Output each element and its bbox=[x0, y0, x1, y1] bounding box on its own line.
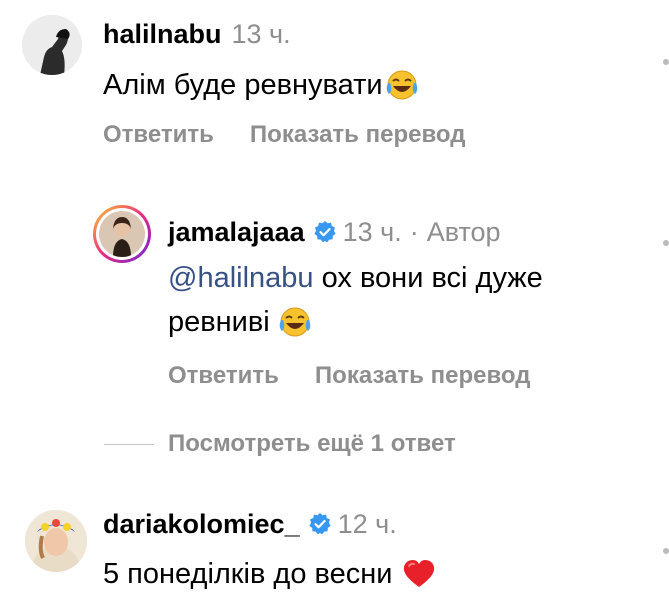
avatar-dariakolomiec[interactable] bbox=[25, 510, 87, 572]
reply-button[interactable]: Ответить bbox=[168, 362, 279, 390]
username[interactable]: jamalajaaa bbox=[168, 217, 305, 248]
joy-emoji-icon bbox=[385, 70, 419, 100]
verified-badge-icon bbox=[313, 220, 337, 244]
view-more-replies-button[interactable]: Посмотреть ещё 1 ответ bbox=[168, 430, 456, 458]
reply-body-line1: ох вони всі дуже bbox=[321, 262, 543, 294]
joy-emoji-icon bbox=[278, 307, 312, 337]
comment-text: Алім буде ревнувати bbox=[103, 64, 419, 106]
like-icon-edge[interactable] bbox=[663, 548, 669, 554]
comment-header: dariakolomiec_ 12 ч. bbox=[103, 506, 397, 542]
separator-dot: · bbox=[409, 216, 419, 247]
avatar-jamalajaaa[interactable] bbox=[93, 205, 151, 263]
comment-actions: Ответить Показать перевод bbox=[103, 121, 465, 149]
like-icon-edge[interactable] bbox=[663, 59, 669, 65]
timestamp: 12 ч. bbox=[337, 508, 397, 539]
red-heart-emoji-icon bbox=[402, 559, 436, 589]
like-icon-edge[interactable] bbox=[663, 240, 669, 246]
avatar-halilnabu[interactable] bbox=[22, 15, 82, 75]
reply-body-line2: ревниві bbox=[168, 306, 270, 338]
mention-link[interactable]: @halilnabu bbox=[168, 262, 314, 294]
comment-body: 5 понеділків до весни bbox=[103, 558, 393, 590]
comment-header: halilnabu 13 ч. bbox=[103, 16, 291, 52]
reply-actions: Ответить Показать перевод bbox=[168, 362, 530, 390]
show-translation-button[interactable]: Показать перевод bbox=[315, 362, 531, 390]
reply-button[interactable]: Ответить bbox=[103, 121, 214, 149]
verified-badge-icon bbox=[308, 512, 332, 536]
timestamp: 13 ч. bbox=[342, 216, 402, 247]
reply-header: jamalajaaa 13 ч. · Автор bbox=[168, 214, 501, 250]
comment-text: 5 понеділків до весни bbox=[103, 553, 436, 595]
timestamp: 13 ч. bbox=[231, 18, 291, 49]
show-translation-button[interactable]: Показать перевод bbox=[250, 121, 466, 149]
author-badge: Автор bbox=[426, 216, 501, 247]
replies-divider bbox=[104, 444, 154, 445]
reply-text: @halilnabu ох вони всі дуже ревниві bbox=[168, 257, 638, 343]
comment-body: Алім буде ревнувати bbox=[103, 69, 383, 101]
username[interactable]: halilnabu bbox=[103, 19, 222, 50]
username[interactable]: dariakolomiec_ bbox=[103, 509, 300, 540]
view-more-replies-label: Посмотреть ещё 1 ответ bbox=[168, 430, 456, 457]
